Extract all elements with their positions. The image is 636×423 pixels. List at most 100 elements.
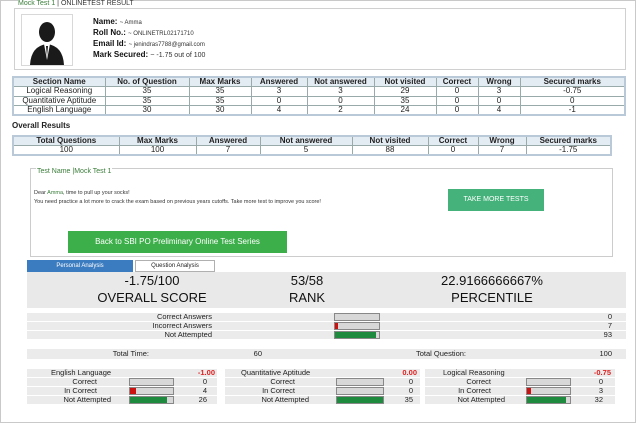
roll-value: ~ ONLINETRL02171710	[128, 31, 194, 37]
section-na-bar	[336, 396, 384, 404]
rank-label: RANK	[288, 290, 326, 305]
total-time-label: Total Time:	[112, 349, 149, 358]
table-cell: 3	[250, 86, 308, 97]
section-incorrect-row: In Correct 4	[27, 387, 217, 395]
name-label: Name:	[93, 17, 118, 26]
section-incorrect-label: In Correct	[64, 386, 97, 395]
table-cell: 0	[435, 105, 479, 116]
section-incorrect-bar	[336, 387, 384, 395]
correct-answers-label: Correct Answers	[156, 312, 212, 321]
table-cell: 100	[12, 145, 120, 156]
not-attempted-row: Not Attempted 93	[27, 331, 626, 339]
section-incorrect-bar	[526, 387, 571, 395]
section-score: -1.00	[197, 368, 215, 377]
section-na-fill	[130, 397, 168, 403]
percentile-label: PERCENTILE	[451, 290, 533, 305]
table-row: Quantitative Aptitude 35 35 0 0 35 0 0 0	[12, 95, 626, 106]
email-label: Email Id:	[93, 39, 127, 48]
incorrect-answers-bar	[334, 322, 380, 330]
tab-question-analysis[interactable]: Question Analysis	[135, 260, 215, 272]
table-row: Logical Reasoning 35 35 3 3 29 0 3 -0.75	[12, 86, 626, 97]
header-correct: Correct	[435, 76, 479, 87]
section-na-bar	[526, 396, 571, 404]
table-cell: -1	[519, 105, 626, 116]
section-na-row: Not Attempted 32	[425, 396, 615, 404]
table-row: English Language 30 30 4 2 24 0 4 -1	[12, 105, 626, 116]
table-cell: 24	[373, 105, 437, 116]
section-header-row: English Language -1.00	[27, 369, 217, 377]
greeting-prefix: Dear	[34, 190, 48, 196]
table-cell: 3	[477, 86, 521, 97]
table-cell: 29	[373, 86, 437, 97]
header-not-answered: Not answered	[306, 76, 375, 87]
section-incorrect-label: In Correct	[262, 386, 295, 395]
table-cell: -0.75	[519, 86, 626, 97]
percentile-value: 22.9166666667%	[441, 273, 543, 288]
roll-row: Roll No.: ~ ONLINETRL02171710	[93, 28, 205, 39]
header-secured-marks: Secured marks	[519, 76, 626, 87]
table-cell: 3	[306, 86, 375, 97]
table-row: 100 100 7 5 88 0 7 -1.75	[12, 145, 612, 156]
section-na-fill	[337, 397, 383, 403]
header-not-visited: Not visited	[373, 76, 437, 87]
table-cell: 0	[427, 145, 479, 156]
section-na-label: Not Attempted	[457, 395, 505, 404]
table-cell: 7	[195, 145, 261, 156]
score-summary-panel: -1.75/100 OVERALL SCORE 53/58 RANK 22.91…	[27, 272, 626, 308]
table-cell: 2	[306, 105, 375, 116]
section-incorrect-fill	[527, 388, 531, 394]
table-cell: 35	[188, 86, 252, 97]
table-cell: 4	[250, 105, 308, 116]
table-cell: 5	[259, 145, 353, 156]
tab-personal-analysis[interactable]: Personal Analysis	[27, 260, 133, 272]
section-correct-bar	[129, 378, 174, 386]
email-value: ~ jenindras7788@gmail.com	[128, 42, 205, 48]
take-more-tests-button[interactable]: TAKE MORE TESTS	[448, 189, 544, 211]
name-value: ~ Amma	[119, 20, 142, 26]
section-na-bar	[129, 396, 174, 404]
table-cell: 30	[104, 105, 190, 116]
profile-info: Name: ~ Amma Roll No.: ~ ONLINETRL021717…	[93, 17, 205, 61]
incorrect-answers-value: 7	[607, 321, 612, 330]
incorrect-answers-label: Incorrect Answers	[152, 321, 212, 330]
table-cell: 4	[477, 105, 521, 116]
not-attempted-value: 93	[603, 330, 612, 339]
section-incorrect-label: In Correct	[458, 386, 491, 395]
table-cell: 30	[188, 105, 252, 116]
total-question-label: Total Question:	[415, 349, 466, 358]
section-incorrect-row: In Correct 0	[225, 387, 420, 395]
section-na-label: Not Attempted	[63, 395, 111, 404]
rank-value: 53/58	[290, 273, 324, 288]
overall-score-label: OVERALL SCORE	[97, 290, 207, 305]
section-incorrect-fill	[130, 388, 136, 394]
section-header-row: Logical Reasoning -0.75	[425, 369, 615, 377]
section-na-row: Not Attempted 26	[27, 396, 217, 404]
greeting-line: Dear Amma, time to pull up your socks!	[34, 189, 321, 198]
advice-text: You need practice a lot more to crack th…	[34, 199, 321, 205]
section-correct-bar	[526, 378, 571, 386]
section-score: 0.00	[402, 368, 417, 377]
header-section-name: Section Name	[12, 76, 106, 87]
section-header-row: Quantitative Aptitude 0.00	[225, 369, 420, 377]
profile-card: Name: ~ Amma Roll No.: ~ ONLINETRL021717…	[14, 8, 626, 70]
header-wrong: Wrong	[477, 76, 521, 87]
not-attempted-bar	[334, 331, 380, 339]
total-question-value: 100	[599, 349, 612, 358]
back-to-test-series-button[interactable]: Back to SBI PO Preliminary Online Test S…	[68, 231, 287, 253]
test-feedback-panel: Test Name |Mock Test 1 Dear Amma, time t…	[30, 168, 613, 257]
not-attempted-fill	[335, 332, 376, 338]
test-title: Mock Test 1	[18, 0, 56, 7]
table-cell: 88	[351, 145, 429, 156]
section-na-row: Not Attempted 35	[225, 396, 420, 404]
table-cell: 7	[477, 145, 527, 156]
section-name: English Language	[51, 368, 112, 377]
table-cell: 0	[435, 86, 479, 97]
overall-table-header: Total Questions Max Marks Answered Not a…	[12, 135, 612, 146]
section-na-label: Not Attempted	[261, 395, 309, 404]
table-cell: English Language	[12, 105, 106, 116]
correct-answers-value: 0	[607, 312, 612, 321]
overall-results-table: Total Questions Max Marks Answered Not a…	[12, 135, 612, 156]
mark-row: Mark Secured: ~ -1.75 out of 100	[93, 50, 205, 61]
section-incorrect-bar	[129, 387, 174, 395]
section-correct-row: Correct 0	[425, 378, 615, 386]
